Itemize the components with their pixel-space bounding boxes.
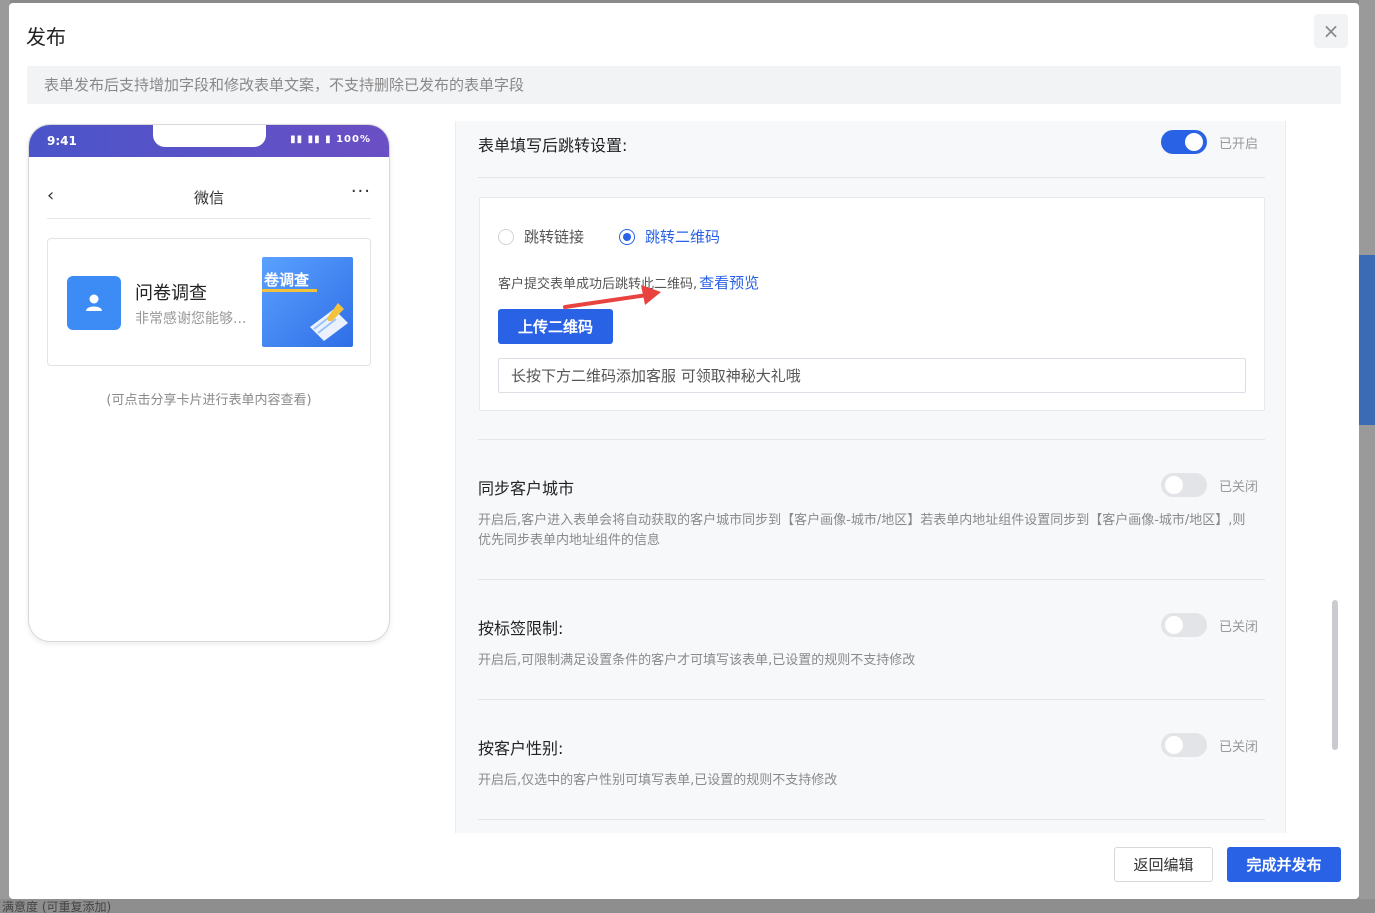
- phone-notch: [153, 125, 266, 147]
- sync-city-description: 开启后,客户进入表单会将自动获取的客户城市同步到【客户画像-城市/地区】若表单内…: [478, 513, 1246, 548]
- toggle-knob: [1165, 616, 1183, 634]
- gender-description: 开启后,仅选中的客户性别可填写表单,已设置的规则不支持修改: [478, 773, 838, 788]
- card-thumbnail: 卷调查: [262, 257, 353, 347]
- share-card[interactable]: 问卷调查 非常感谢您能够... 卷调查: [47, 238, 371, 366]
- publish-notice: 表单发布后支持增加字段和修改表单文案，不支持删除已发布的表单字段: [27, 66, 1341, 104]
- upload-qrcode-button[interactable]: 上传二维码: [498, 309, 613, 344]
- settings-scrollbar[interactable]: [1332, 600, 1338, 750]
- phone-status-icons: ▮▮ ▮▮ ▮ 100%: [290, 134, 371, 145]
- divider: [478, 177, 1265, 178]
- background-right-strip: [1359, 0, 1375, 913]
- background-banner: [1359, 255, 1375, 425]
- back-to-edit-button[interactable]: 返回编辑: [1114, 847, 1213, 882]
- background-bottom-text: 满意度 (可重复添加): [0, 899, 1375, 913]
- radio-dot: [498, 228, 514, 245]
- gender-toggle-state: 已关闭: [1219, 740, 1259, 755]
- radio-dot: [619, 228, 635, 245]
- settings-panel: 表单填写后跳转设置: 已开启 跳转链接 跳转二维码 客户提交表单成功后跳转此二维…: [455, 121, 1286, 833]
- tag-limit-toggle-state: 已关闭: [1219, 620, 1259, 635]
- sync-city-toggle[interactable]: [1161, 473, 1207, 497]
- sync-city-label: 同步客户城市: [478, 479, 575, 498]
- user-avatar-icon: [67, 276, 121, 330]
- gender-toggle[interactable]: [1161, 733, 1207, 757]
- redirect-toggle[interactable]: [1161, 130, 1207, 154]
- tag-limit-label: 按标签限制:: [478, 619, 564, 638]
- paper-illustration-icon: [310, 303, 348, 341]
- redirect-toggle-state: 已开启: [1219, 137, 1259, 152]
- toggle-knob: [1185, 133, 1203, 151]
- divider: [478, 699, 1265, 700]
- close-button[interactable]: ×: [1314, 14, 1348, 48]
- phone-nav-bar: ‹ 微信 ···: [47, 173, 371, 219]
- preview-link[interactable]: 查看预览: [699, 274, 759, 292]
- radio-label: 跳转链接: [524, 228, 585, 246]
- phone-status-bar: 9:41 ▮▮ ▮▮ ▮ 100%: [29, 125, 389, 157]
- publish-dialog: 发布 × 表单发布后支持增加字段和修改表单文案，不支持删除已发布的表单字段 9:…: [9, 3, 1359, 899]
- phone-preview: 9:41 ▮▮ ▮▮ ▮ 100% ‹ 微信 ··· 问卷调查 非常感谢您能够.…: [28, 124, 390, 642]
- phone-time: 9:41: [47, 134, 77, 148]
- phone-hint: (可点击分享卡片进行表单内容查看): [106, 393, 312, 408]
- publish-button[interactable]: 完成并发布: [1227, 847, 1341, 882]
- tag-limit-description: 开启后,可限制满足设置条件的客户才可填写该表单,已设置的规则不支持修改: [478, 653, 916, 668]
- dialog-title: 发布: [26, 25, 66, 49]
- card-title: 问卷调查: [135, 283, 207, 304]
- redirect-setting-label: 表单填写后跳转设置:: [478, 136, 628, 155]
- divider: [478, 579, 1265, 580]
- thumbnail-text: 卷调查: [264, 271, 310, 289]
- radio-label: 跳转二维码: [645, 228, 721, 246]
- annotation-arrow-icon: [563, 285, 661, 309]
- qrcode-caption-input[interactable]: [498, 358, 1246, 393]
- radio-jump-qrcode[interactable]: 跳转二维码: [619, 226, 720, 247]
- toggle-knob: [1165, 736, 1183, 754]
- card-description: 非常感谢您能够...: [135, 311, 247, 327]
- toggle-knob: [1165, 476, 1183, 494]
- phone-nav-title: 微信: [193, 189, 224, 207]
- close-icon: ×: [1322, 19, 1340, 43]
- thumbnail-stripe: [262, 289, 317, 292]
- gender-label: 按客户性别:: [478, 739, 564, 758]
- tag-limit-toggle[interactable]: [1161, 613, 1207, 637]
- more-icon: ···: [350, 181, 371, 202]
- sync-city-toggle-state: 已关闭: [1219, 480, 1259, 495]
- divider: [478, 439, 1265, 440]
- radio-jump-link[interactable]: 跳转链接: [498, 226, 584, 247]
- divider: [478, 819, 1265, 820]
